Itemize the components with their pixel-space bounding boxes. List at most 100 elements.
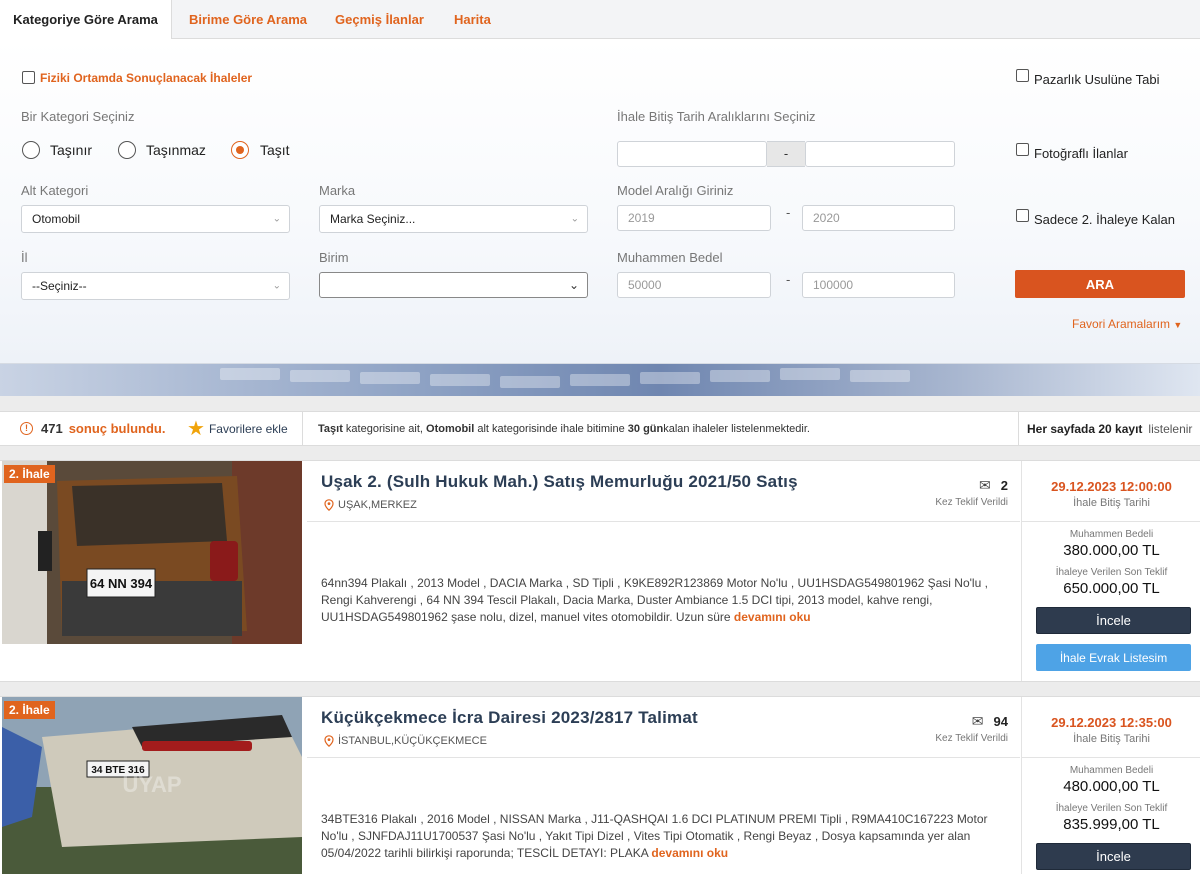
photo-checkbox[interactable]	[1016, 143, 1029, 156]
uyap-watermark: UYAP	[122, 772, 181, 797]
info-days: 30 gün	[627, 422, 664, 435]
info-subcategory: Otomobil	[426, 422, 475, 435]
listing-photo[interactable]: 64 NN 394 2. İhale	[2, 461, 302, 644]
listing-side-panel: 29.12.2023 12:35:00 İhale Bitiş Tarihi M…	[1021, 697, 1200, 874]
brand-label: Marka	[319, 183, 356, 198]
radio-tasit-label: Taşıt	[260, 142, 290, 158]
add-favorites-button[interactable]: ★ Favorilere ekle	[187, 412, 288, 445]
second-auction-checkbox[interactable]	[1016, 209, 1029, 222]
tab-category-search[interactable]: Kategoriye Göre Arama	[0, 0, 172, 40]
tab-map[interactable]: Harita	[454, 0, 491, 39]
envelope-icon: ✉	[971, 713, 984, 729]
physical-auction-label: Fiziki Ortamda Sonuçlanacak İhaleler	[40, 71, 253, 85]
per-page-selector[interactable]: Her sayfada 20 kayıt listelenir	[1027, 412, 1192, 445]
auction-end-date: 29.12.2023 12:35:00	[1051, 715, 1172, 730]
auction-documents-button[interactable]: İhale Evrak Listesim	[1036, 644, 1191, 671]
model-to-value: 2020	[813, 211, 840, 225]
date-to-input[interactable]	[805, 141, 955, 167]
last-bid-label: İhaleye Verilen Son Teklif	[1055, 803, 1168, 814]
listing-card: 64 NN 394 2. İhale Uşak 2. (Sulh Hukuk M…	[0, 460, 1200, 682]
info-category: Taşıt	[318, 422, 343, 435]
info-text-2: alt kategorisinde ihale bitimine	[474, 422, 628, 435]
estimate-from-input[interactable]: 50000	[617, 272, 771, 298]
search-button[interactable]: ARA	[1015, 270, 1185, 298]
estimate-to-input[interactable]: 100000	[802, 272, 955, 298]
keyboard-banner-image	[0, 364, 1200, 396]
auction-end-label: İhale Bitiş Tarihi	[1073, 497, 1150, 509]
results-count: 471	[41, 421, 63, 436]
listing-location-text: İSTANBUL,KÜÇÜKÇEKMECE	[338, 735, 487, 747]
radio-tasinir-label: Taşınır	[50, 142, 93, 158]
model-range-dash: -	[786, 205, 791, 220]
photo-label: Fotoğraflı İlanlar	[1034, 146, 1128, 161]
province-select[interactable]: --Seçiniz-- ⌄	[21, 272, 290, 300]
map-pin-icon	[324, 499, 334, 511]
auction-round-badge: 2. İhale	[4, 465, 55, 483]
listing-card: 34 BTE 316 UYAP 2. İhale Küçükçekmece İc…	[0, 696, 1200, 874]
info-text-1: kategorisine ait,	[342, 422, 427, 435]
listing-description: 64nn394 Plakalı , 2013 Model , DACIA Mar…	[321, 575, 1011, 626]
chevron-down-icon: ⌄	[570, 213, 579, 225]
tab-unit-search[interactable]: Birime Göre Arama	[189, 0, 307, 39]
listing-photo[interactable]: 34 BTE 316 UYAP 2. İhale	[2, 697, 302, 874]
results-count-group: ! 471 sonuç bulundu.	[20, 412, 165, 445]
listing-title[interactable]: Uşak 2. (Sulh Hukuk Mah.) Satış Memurluğ…	[321, 472, 798, 492]
radio-tasinmaz[interactable]	[118, 141, 136, 159]
auction-end-label: İhale Bitiş Tarihi	[1073, 733, 1150, 745]
divider	[307, 757, 1020, 758]
results-bar: ! 471 sonuç bulundu. ★ Favorilere ekle T…	[0, 411, 1200, 446]
inspect-button[interactable]: İncele	[1036, 843, 1191, 870]
listing-description-text: 64nn394 Plakalı , 2013 Model , DACIA Mar…	[321, 576, 988, 624]
radio-tasinir[interactable]	[22, 141, 40, 159]
listing-location-text: UŞAK,MERKEZ	[338, 499, 417, 511]
last-bid-value: 650.000,00 TL	[1063, 580, 1160, 597]
subcategory-select[interactable]: Otomobil ⌄	[21, 205, 290, 233]
subcategory-value: Otomobil	[32, 212, 81, 226]
last-bid-label: İhaleye Verilen Son Teklif	[1055, 567, 1168, 578]
estimate-label: Muhammen Bedel	[617, 250, 723, 265]
bid-count-label: Kez Teklif Verildi	[935, 497, 1008, 508]
model-range-label: Model Aralığı Giriniz	[617, 183, 734, 198]
search-panel: Fiziki Ortamda Sonuçlanacak İhaleler Bir…	[0, 39, 1200, 364]
info-text-3: kalan ihaleler listelenmektedir.	[663, 422, 810, 435]
estimate-value: 480.000,00 TL	[1063, 778, 1160, 795]
bid-count: 2	[1000, 478, 1008, 493]
unit-select[interactable]: ⌄	[319, 272, 588, 298]
divider	[307, 521, 1020, 522]
last-bid-value: 835.999,00 TL	[1063, 816, 1160, 833]
listing-title[interactable]: Küçükçekmece İcra Dairesi 2023/2817 Tali…	[321, 708, 698, 728]
results-found-text: sonuç bulundu.	[68, 421, 166, 436]
physical-auction-checkbox[interactable]	[22, 71, 35, 84]
model-to-input[interactable]: 2020	[802, 205, 955, 231]
chevron-down-icon: ⌄	[272, 280, 281, 292]
favorite-searches-label: Favori Aramalarım	[1072, 317, 1171, 331]
results-info-text: Taşıt kategorisine ait, Otomobil alt kat…	[318, 412, 810, 445]
province-value: --Seçiniz--	[32, 279, 87, 293]
divider	[1022, 757, 1200, 758]
radio-tasit[interactable]	[231, 141, 249, 159]
tab-bar: Kategoriye Göre Arama Birime Göre Arama …	[0, 0, 1200, 40]
chevron-down-icon: ⌄	[272, 213, 281, 225]
model-from-input[interactable]: 2019	[617, 205, 771, 231]
estimate-to-value: 100000	[813, 278, 854, 292]
bid-count-group: ✉ 2 Kez Teklif Verildi	[920, 477, 1008, 508]
auction-end-date: 29.12.2023 12:00:00	[1051, 479, 1172, 494]
bargain-checkbox[interactable]	[1016, 69, 1029, 82]
date-range-separator: -	[767, 141, 805, 167]
estimate-value-label: Muhammen Bedeli	[1069, 765, 1154, 776]
bid-count-group: ✉ 94 Kez Teklif Verildi	[920, 713, 1008, 744]
tab-past-listings[interactable]: Geçmiş İlanlar	[335, 0, 424, 39]
bid-count-label: Kez Teklif Verildi	[935, 733, 1008, 744]
inspect-button[interactable]: İncele	[1036, 607, 1191, 634]
brand-select[interactable]: Marka Seçiniz... ⌄	[319, 205, 588, 233]
read-more-link[interactable]: devamını oku	[734, 610, 811, 624]
estimate-value-label: Muhammen Bedeli	[1069, 529, 1154, 540]
envelope-icon: ✉	[979, 477, 991, 493]
read-more-link[interactable]: devamını oku	[651, 846, 728, 860]
map-pin-icon	[324, 735, 334, 747]
unit-label: Birim	[319, 250, 349, 265]
chevron-down-icon: ⌄	[568, 278, 579, 292]
date-from-input[interactable]	[617, 141, 767, 167]
subcategory-label: Alt Kategori	[21, 183, 89, 198]
favorite-searches-link[interactable]: Favori Aramalarım ▼	[1072, 317, 1182, 331]
